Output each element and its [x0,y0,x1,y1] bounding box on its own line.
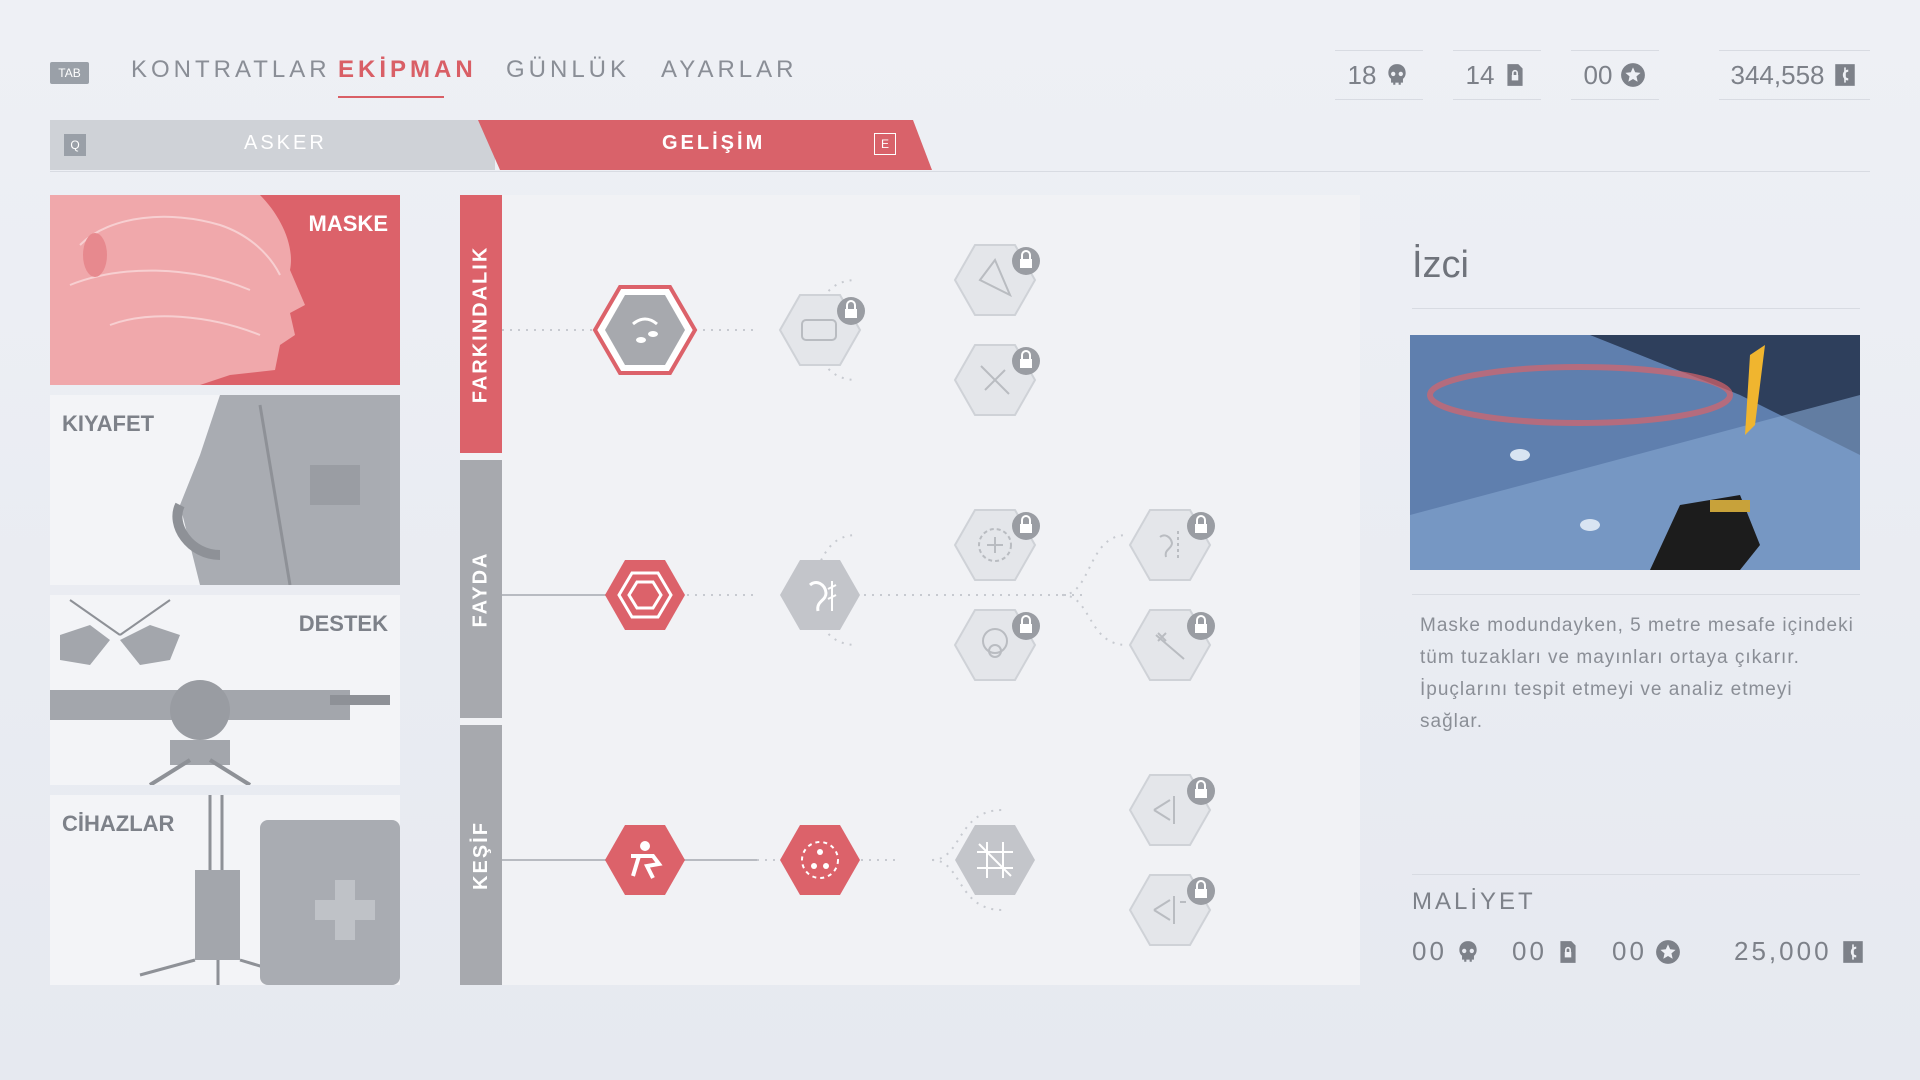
category-utility[interactable]: FAYDA [460,460,502,718]
detail-divider [1412,308,1860,309]
skill-node-hearing[interactable] [780,560,860,630]
category-recon-label: KEŞİF [469,820,492,890]
category-utility-label: FAYDA [469,551,492,627]
currency-skull: 18 [1335,50,1423,100]
currency-skull-value: 18 [1347,59,1377,90]
lock-icon [1012,347,1040,375]
equipment-card-label: MASKE [308,211,388,236]
skill-node-recon-scan[interactable] [780,825,860,895]
category-awareness[interactable]: FARKINDALIK [460,195,502,453]
lock-icon [1012,612,1040,640]
cost-credits: 25,000 [1734,936,1866,967]
skill-description: Maske modundayken, 5 metre mesafe içinde… [1420,615,1854,732]
equipment-card-devices[interactable]: CİHAZLAR [50,795,400,985]
equipment-card-mask[interactable]: MASKE [50,195,400,385]
skill-preview-image [1410,335,1860,570]
equipment-card-label: DESTEK [298,611,388,636]
credit-icon [1842,940,1863,963]
skill-connectors-solid [502,594,757,861]
skill-node-recon-core[interactable] [605,825,685,895]
snow-scene-illustration [1410,335,1860,570]
nav-gunluk[interactable]: GÜNLÜK [506,56,630,84]
lock-icon [1012,512,1040,540]
category-awareness-label: FARKINDALIK [469,245,492,403]
jacket-illustration [172,395,400,585]
skull-icon [1388,64,1407,85]
subtab-divider [50,171,1870,172]
detail-divider [1412,874,1860,875]
cost-star: 00 [1612,936,1681,967]
lock-icon [837,297,865,325]
lock-icon [1012,247,1040,275]
lock-icon [1187,777,1215,805]
cost-intel: 00 [1512,936,1581,967]
cost-intel-value: 00 [1512,936,1547,966]
star-icon [1621,63,1646,87]
currency-star: 00 [1571,50,1659,100]
currency-credits: 344,558 [1719,50,1870,100]
credit-icon [1835,64,1856,86]
e-key-hint: E [874,133,896,155]
skill-node-utility-core[interactable] [605,560,685,630]
cost-credits-value: 25,000 [1734,936,1832,966]
mask-head-illustration [50,195,305,385]
cost-star-value: 00 [1612,936,1647,966]
cost-skull-value: 00 [1412,936,1447,966]
equipment-card-outfit[interactable]: KIYAFET [50,395,400,585]
lock-doc-icon [1507,64,1524,86]
equipment-card-support[interactable]: DESTEK [50,595,400,785]
lock-icon [1187,877,1215,905]
detail-divider [1412,594,1860,595]
cost-skull: 00 [1412,936,1481,967]
nav-kontratlar[interactable]: KONTRATLAR [131,56,331,84]
skill-node-map[interactable] [955,825,1035,895]
tab-key-hint: TAB [50,62,89,84]
equipment-card-label: KIYAFET [62,411,155,436]
subtab-gelisim-label: GELİŞİM [662,132,766,154]
q-key-hint: Q [64,134,86,156]
skill-title: İzci [1412,244,1469,286]
subtab-asker-label: ASKER [244,132,327,154]
lock-icon [1187,612,1215,640]
currency-star-value: 00 [1583,59,1613,90]
cost-heading: MALİYET [1412,888,1536,915]
skill-node-izci[interactable] [592,285,698,375]
nav-ayarlar[interactable]: AYARLAR [661,56,797,84]
lock-doc-icon [1560,940,1576,963]
equipment-card-label: CİHAZLAR [62,811,175,836]
currency-intel: 14 [1453,50,1541,100]
category-recon[interactable]: KEŞİF [460,725,502,985]
currency-credits-value: 344,558 [1730,59,1825,90]
currency-intel-value: 14 [1465,59,1495,90]
lock-icon [1187,512,1215,540]
skill-tree-graph [502,244,1215,946]
nav-ekipman[interactable]: EKİPMAN [338,56,477,84]
skull-icon [1459,940,1477,962]
star-icon [1656,939,1680,964]
nav-active-underline [338,96,444,98]
